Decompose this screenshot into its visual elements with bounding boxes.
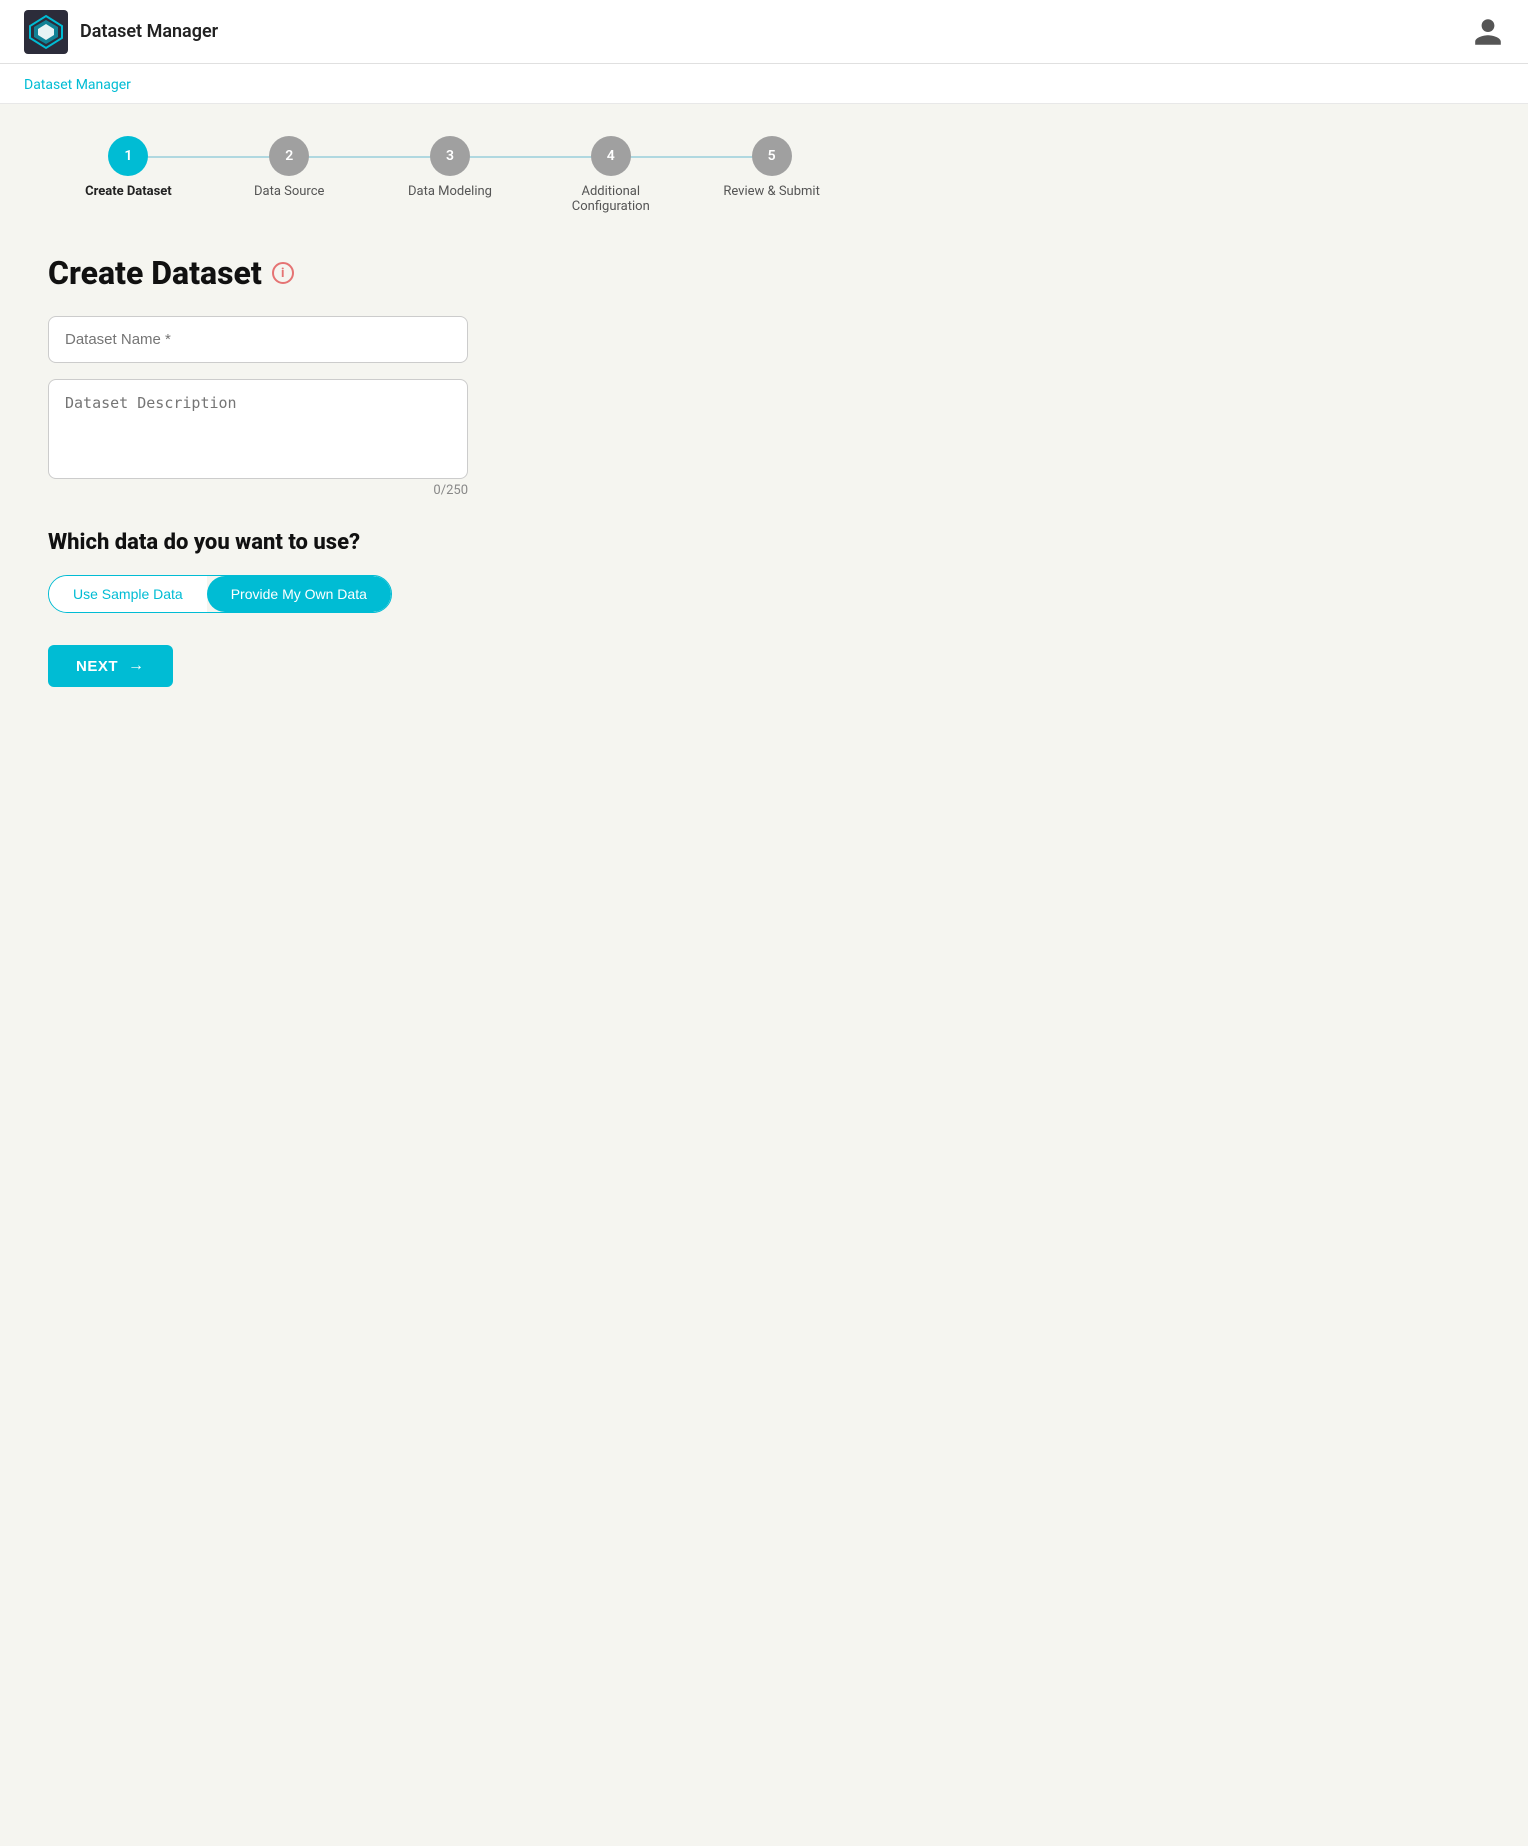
step-circle-1: 1 <box>108 136 148 176</box>
step-circle-3: 3 <box>430 136 470 176</box>
page-title: Create Dataset <box>48 254 262 292</box>
step-3: 3 Data Modeling <box>370 136 531 199</box>
step-label-5: Review & Submit <box>723 184 819 199</box>
use-sample-data-button[interactable]: Use Sample Data <box>49 576 207 612</box>
step-label-4: Additional Configuration <box>561 184 661 214</box>
next-label: NEXT <box>76 658 118 675</box>
step-circle-2: 2 <box>269 136 309 176</box>
info-icon[interactable]: i <box>272 262 294 284</box>
next-button[interactable]: NEXT → <box>48 645 173 687</box>
data-selection-title: Which data do you want to use? <box>48 530 852 555</box>
char-count: 0/250 <box>48 483 468 498</box>
step-1: 1 Create Dataset <box>48 136 209 199</box>
user-icon[interactable] <box>1472 16 1504 48</box>
step-4: 4 Additional Configuration <box>530 136 691 214</box>
breadcrumb-bar: Dataset Manager <box>0 64 1528 104</box>
data-selection-section: Which data do you want to use? Use Sampl… <box>48 530 852 613</box>
dataset-name-input[interactable] <box>48 316 468 363</box>
step-label-1: Create Dataset <box>85 184 172 199</box>
step-label-2: Data Source <box>254 184 324 199</box>
step-circle-4: 4 <box>591 136 631 176</box>
page-title-row: Create Dataset i <box>48 254 852 292</box>
breadcrumb-link[interactable]: Dataset Manager <box>24 77 131 93</box>
step-circle-5: 5 <box>752 136 792 176</box>
header-left: Dataset Manager <box>24 10 218 54</box>
step-2: 2 Data Source <box>209 136 370 199</box>
data-toggle-group: Use Sample Data Provide My Own Data <box>48 575 392 613</box>
step-5: 5 Review & Submit <box>691 136 852 199</box>
step-label-3: Data Modeling <box>408 184 492 199</box>
stepper: 1 Create Dataset 2 Data Source 3 Data Mo… <box>48 136 852 214</box>
arrow-icon: → <box>128 657 145 675</box>
form-section: 0/250 <box>48 316 852 498</box>
app-title: Dataset Manager <box>80 21 218 42</box>
app-header: Dataset Manager <box>0 0 1528 64</box>
app-logo <box>24 10 68 54</box>
dataset-description-input[interactable] <box>48 379 468 479</box>
main-content: 1 Create Dataset 2 Data Source 3 Data Mo… <box>0 104 900 719</box>
provide-own-data-button[interactable]: Provide My Own Data <box>207 576 391 612</box>
